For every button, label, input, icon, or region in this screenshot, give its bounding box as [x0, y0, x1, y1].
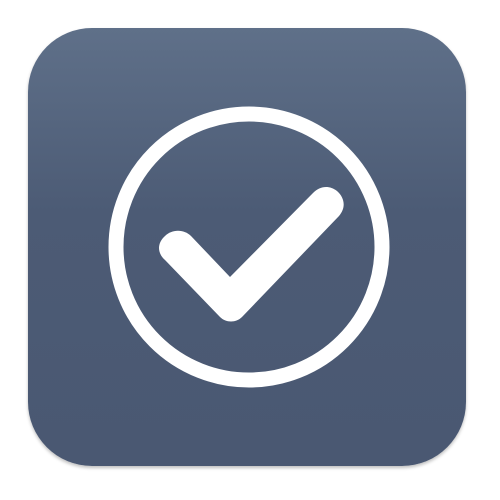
checkmark-icon — [159, 187, 344, 322]
app-icon-tile[interactable] — [28, 28, 466, 466]
icon-canvas — [0, 0, 500, 500]
circle-outline-icon — [108, 106, 390, 388]
checkmark-circle-icon — [108, 106, 390, 388]
